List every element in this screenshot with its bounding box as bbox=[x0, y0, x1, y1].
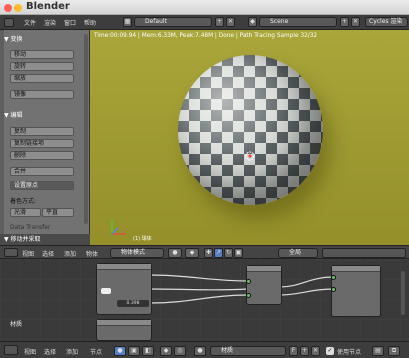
3d-viewport[interactable]: Time:00:09.94 | Mem:6.33M, Peak:7.48M | … bbox=[90, 30, 409, 245]
value-field[interactable]: 0.398 bbox=[117, 300, 149, 307]
menu-object[interactable]: 物体 bbox=[86, 249, 98, 258]
render-status-text: Time:00:09.94 | Mem:6.33M, Peak:7.48M | … bbox=[94, 33, 318, 39]
manipulator-buttons: ✚ ↗ ↻ ▣ bbox=[204, 248, 250, 258]
move-button[interactable]: 移动 bbox=[10, 50, 74, 59]
transform-orientation-select[interactable]: 全局 bbox=[278, 248, 318, 258]
shader-nodes-icon[interactable]: ● bbox=[114, 346, 126, 356]
node-header[interactable] bbox=[97, 264, 151, 270]
input-socket[interactable] bbox=[246, 279, 251, 284]
screen-layout-icon[interactable]: ▦ bbox=[123, 17, 132, 27]
info-header: 文件 渲染 窗口 帮助 ▦ Default + ✕ ◆ Scene + ✕ Cy… bbox=[0, 15, 409, 30]
input-socket[interactable] bbox=[331, 287, 336, 292]
mirror-button[interactable]: 镜像 bbox=[10, 90, 74, 99]
mode-select[interactable]: 物体模式 bbox=[110, 248, 164, 258]
fake-user-button[interactable]: F bbox=[289, 346, 298, 356]
remove-screen-button[interactable]: ✕ bbox=[226, 17, 235, 27]
menu-help[interactable]: 帮助 bbox=[84, 18, 96, 27]
render-engine-select[interactable]: Cycles 渲染 bbox=[365, 17, 408, 27]
editor-type-icon[interactable] bbox=[4, 248, 18, 257]
material-output-node[interactable] bbox=[331, 265, 381, 317]
menu-add[interactable]: 添加 bbox=[64, 249, 76, 258]
snap-icon[interactable]: ⧉ bbox=[388, 346, 400, 356]
tool-shelf-tabs[interactable] bbox=[0, 30, 4, 245]
menu-add[interactable]: 添加 bbox=[66, 347, 78, 356]
node-editor-scrollbar[interactable] bbox=[401, 271, 405, 315]
rotate-manipulator-icon[interactable]: ↻ bbox=[224, 248, 233, 258]
redo-panel-header[interactable]: ▼ 移动并采取 bbox=[0, 234, 90, 245]
shade-smooth-button[interactable]: 光滑 bbox=[10, 208, 41, 217]
node-editor[interactable]: 0.398 材质 bbox=[0, 259, 409, 341]
axis-gizmo-icon bbox=[108, 216, 130, 238]
editor-type-icon[interactable] bbox=[4, 345, 18, 355]
unlink-material-button[interactable]: ✕ bbox=[311, 346, 320, 356]
color-swatch[interactable] bbox=[101, 288, 111, 294]
compositing-nodes-icon[interactable]: ▣ bbox=[128, 346, 140, 356]
use-nodes-checkbox[interactable]: ✓ bbox=[326, 347, 334, 355]
node-editor-header: 视图 选择 添加 节点 ● ▣ ◧ ◆ ◎ ● 材质 F + ✕ ✓ 使用节点 … bbox=[0, 341, 409, 358]
add-scene-button[interactable]: + bbox=[340, 17, 349, 27]
scale-manipulator-icon[interactable]: ▣ bbox=[234, 248, 243, 258]
editor-type-icon[interactable] bbox=[4, 18, 14, 27]
menu-file[interactable]: 文件 bbox=[24, 18, 36, 27]
duplicate-button[interactable]: 复制 bbox=[10, 127, 74, 136]
material-browse-icon[interactable]: ● bbox=[194, 346, 206, 356]
world-shader-icon[interactable]: ◎ bbox=[174, 346, 186, 356]
shade-flat-button[interactable]: 平直 bbox=[42, 208, 74, 217]
window-title: Blender bbox=[26, 1, 70, 12]
minimize-window-button[interactable] bbox=[14, 4, 22, 12]
screen-layout-field[interactable]: Default bbox=[134, 17, 212, 27]
menu-select[interactable]: 选择 bbox=[44, 347, 56, 356]
checker-sphere[interactable] bbox=[178, 55, 323, 205]
menu-window[interactable]: 窗口 bbox=[64, 18, 76, 27]
add-screen-button[interactable]: + bbox=[215, 17, 224, 27]
texture-node[interactable]: 0.398 bbox=[96, 263, 152, 315]
second-node[interactable] bbox=[96, 319, 152, 341]
scale-button[interactable]: 缩放 bbox=[10, 74, 74, 83]
window-titlebar: Blender bbox=[0, 0, 409, 15]
shading-label: 着色方式: bbox=[10, 198, 37, 205]
texture-nodes-icon[interactable]: ◧ bbox=[142, 346, 154, 356]
join-button[interactable]: 合并 bbox=[10, 167, 74, 176]
menu-view[interactable]: 视图 bbox=[22, 249, 34, 258]
layer-buttons[interactable] bbox=[322, 248, 406, 258]
delete-button[interactable]: 删除 bbox=[10, 151, 74, 160]
new-material-button[interactable]: + bbox=[300, 346, 309, 356]
node-header[interactable] bbox=[332, 266, 380, 272]
rotate-button[interactable]: 旋转 bbox=[10, 62, 74, 71]
node-header[interactable] bbox=[97, 320, 151, 326]
node-header[interactable] bbox=[247, 266, 281, 272]
remove-scene-button[interactable]: ✕ bbox=[351, 17, 360, 27]
scene-field[interactable]: Scene bbox=[259, 17, 337, 27]
duplicate-linked-button[interactable]: 复制链接项 bbox=[10, 139, 74, 148]
pivot-icon[interactable]: ◆ bbox=[185, 248, 199, 258]
translate-manipulator-icon[interactable]: ↗ bbox=[214, 248, 223, 258]
menu-render[interactable]: 渲染 bbox=[44, 18, 56, 27]
material-name-field[interactable]: 材质 bbox=[210, 346, 286, 356]
close-window-button[interactable] bbox=[4, 4, 12, 12]
tool-shelf: ▼ 变换 移动 旋转 缩放 镜像 ▼ 编辑 复制 复制链接项 删除 合并 设置原… bbox=[0, 30, 90, 245]
manipulator-toggle-icon[interactable]: ✚ bbox=[204, 248, 213, 258]
data-transfer-label[interactable]: Data Transfer bbox=[10, 224, 50, 231]
input-socket[interactable] bbox=[246, 293, 251, 298]
active-object-label: (1) 球体 bbox=[133, 236, 152, 242]
viewport-shading-icon[interactable]: ● bbox=[168, 248, 182, 258]
menu-view[interactable]: 视图 bbox=[24, 347, 36, 356]
input-socket[interactable] bbox=[331, 275, 336, 280]
object-shader-icon[interactable]: ◆ bbox=[160, 346, 172, 356]
material-frame-label: 材质 bbox=[10, 321, 23, 328]
object-origin-icon bbox=[242, 148, 258, 164]
menu-node[interactable]: 节点 bbox=[90, 347, 102, 356]
menu-select[interactable]: 选择 bbox=[42, 249, 54, 258]
shader-node[interactable] bbox=[246, 265, 282, 305]
backdrop-icon[interactable]: ▤ bbox=[372, 346, 384, 356]
use-nodes-label: 使用节点 bbox=[337, 349, 362, 356]
tool-shelf-scrollbar[interactable] bbox=[84, 34, 88, 224]
edit-panel-header[interactable]: ▼ 编辑 bbox=[4, 110, 86, 119]
3d-view-header: 视图 选择 添加 物体 物体模式 ● ◆ ✚ ↗ ↻ ▣ 全局 bbox=[0, 245, 409, 259]
set-origin-select[interactable]: 设置原点 bbox=[10, 181, 74, 190]
scene-icon[interactable]: ◆ bbox=[248, 17, 257, 27]
transform-panel-header[interactable]: ▼ 变换 bbox=[4, 34, 86, 43]
